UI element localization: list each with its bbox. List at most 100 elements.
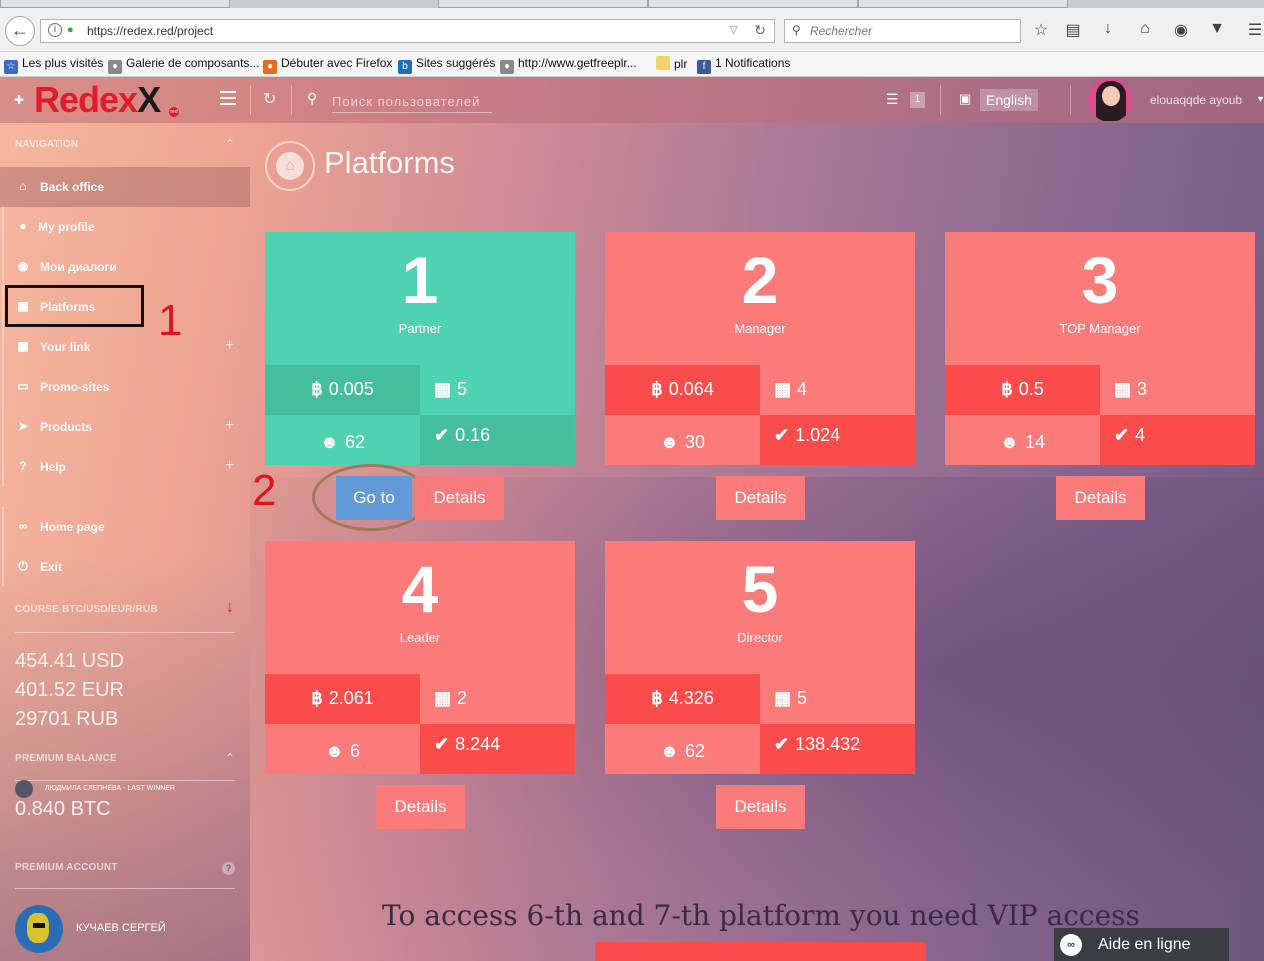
course-heading: COURSE BTC/USD/EUR/RUB	[15, 604, 158, 615]
sidebar-item-promo-sites[interactable]: ▭ Promo-sites	[0, 367, 250, 407]
url-text[interactable]: https://redex.red/project	[87, 24, 213, 38]
browser-search-input[interactable]: ⚲ Rechercher	[784, 19, 1021, 43]
bookmark-item[interactable]: ☆ Les plus visités	[4, 56, 103, 74]
bookmark-label: plr	[674, 57, 688, 71]
browser-tab-strip[interactable]	[0, 0, 1264, 8]
btc-value: 4.326	[668, 688, 714, 708]
bookmark-item[interactable]: ● http://www.getfreeplr...	[500, 56, 637, 74]
browser-tab[interactable]	[858, 0, 1068, 8]
online-help-chat[interactable]: ∞ Aide en ligne	[1054, 928, 1229, 961]
vip-access-button[interactable]	[595, 942, 926, 961]
plus-icon[interactable]: +	[225, 337, 234, 355]
checks-value: 1.024	[795, 425, 841, 445]
premium-balance-heading: PREMIUM BALANCE	[15, 753, 117, 764]
sidebar-item-exit[interactable]: ⏻ Exit	[0, 547, 250, 587]
plus-icon[interactable]: +	[225, 457, 234, 475]
pocket-icon[interactable]: ▼	[1206, 20, 1228, 38]
bookmark-item[interactable]: ● Débuter avec Firefox	[263, 56, 392, 74]
btc-cell: ฿ 2.061	[265, 674, 420, 724]
bookmark-item[interactable]: plr	[656, 56, 687, 71]
sidebar-item-back-office[interactable]: ⌂ Back office	[0, 167, 250, 207]
go-to-button[interactable]: Go to	[336, 476, 412, 520]
bookmark-item[interactable]: f 1 Notifications	[697, 56, 790, 74]
chevron-up-icon[interactable]: ⌃	[225, 137, 235, 151]
menu-icon[interactable]: ☰	[1244, 20, 1264, 40]
users-value: 30	[684, 432, 705, 452]
chat-bubble-icon[interactable]: ◉	[1170, 20, 1192, 40]
bookmark-item[interactable]: b Sites suggérés	[398, 56, 495, 74]
refresh-icon[interactable]: ↻	[263, 89, 276, 109]
platform-number: 3	[1081, 243, 1119, 317]
sidebar-item-your-link[interactable]: ▩ Your link +	[0, 327, 250, 367]
checks-value: 4	[1135, 425, 1146, 445]
reload-icon[interactable]: ↻	[754, 22, 766, 39]
messages-icon[interactable]: ☰	[886, 91, 899, 108]
logo-text: RedexX	[34, 79, 161, 121]
table-icon: ▦	[774, 688, 792, 708]
check-icon: ✔	[434, 734, 450, 754]
star-icon[interactable]: ☆	[1030, 20, 1052, 40]
hamburger-menu-icon[interactable]	[220, 91, 236, 105]
platform-number: 1	[401, 243, 439, 317]
question-icon: ?	[19, 459, 27, 473]
bookmark-item[interactable]: ● Galerie de composants...	[108, 56, 259, 74]
table-icon: ▦	[434, 379, 452, 399]
messages-count-badge: 1	[910, 92, 925, 108]
sidebar-item-my-profile[interactable]: ● My profile	[0, 207, 250, 247]
vip-access-text: To access 6-th and 7-th platform you nee…	[382, 899, 1140, 932]
divider	[15, 888, 235, 889]
btc-value: 0.064	[668, 379, 714, 399]
platform-card: 3 TOP Manager ฿ 0.5 ▦ 3 ☻ 14 ✔ 4	[945, 232, 1255, 465]
checks-value: 138.432	[795, 734, 861, 754]
users-value: 6	[349, 741, 360, 761]
bookmark-label: Les plus visités	[22, 56, 104, 70]
username[interactable]: elouaqqde ayoub	[1150, 93, 1242, 107]
divider	[15, 632, 235, 633]
reading-list-icon[interactable]: ▤	[1062, 20, 1084, 40]
home-icon[interactable]: ⌂	[1134, 20, 1156, 38]
bitcoin-icon: ฿	[1001, 379, 1013, 399]
help-question-icon[interactable]: ?	[222, 862, 235, 875]
sidebar-item-home-page[interactable]: ∞ Home page	[0, 507, 250, 547]
logo-badge: red	[169, 107, 179, 117]
chevron-down-icon[interactable]: ▼	[1256, 94, 1264, 104]
url-bar[interactable]: i ● https://redex.red/project ▽ ↻	[40, 19, 775, 43]
firefox-icon: ●	[263, 60, 277, 74]
browser-tab[interactable]	[648, 0, 858, 8]
platform-number: 5	[741, 552, 779, 626]
btc-cell: ฿ 0.005	[265, 365, 420, 415]
download-icon[interactable]: ↓	[1097, 20, 1119, 38]
info-icon[interactable]: i	[48, 23, 62, 37]
tables-value: 4	[797, 379, 808, 399]
sidebar-item-dialogs[interactable]: ◉ Мои диалоги	[0, 247, 250, 287]
user-search-input[interactable]	[332, 91, 492, 113]
details-button[interactable]: Details	[415, 476, 504, 520]
users-icon: ☻	[320, 432, 339, 452]
bitcoin-icon: ฿	[651, 688, 663, 708]
details-button[interactable]: Details	[376, 785, 465, 829]
sidebar-item-label: Мои диалоги	[40, 260, 117, 274]
details-button[interactable]: Details	[716, 785, 805, 829]
sidebar-item-label: Home page	[40, 520, 105, 534]
sidebar: NAVIGATION ⌃ ⌂ Back office ● My profile …	[0, 123, 250, 961]
rocket-icon: ➤	[17, 419, 29, 433]
down-arrow-icon: ↓	[226, 599, 234, 616]
sidebar-item-label: Back office	[40, 180, 105, 194]
plus-icon[interactable]: +	[225, 417, 234, 435]
browser-tab[interactable]	[0, 0, 230, 8]
details-button[interactable]: Details	[1056, 476, 1145, 520]
language-button[interactable]: English	[980, 89, 1038, 111]
sidebar-item-help[interactable]: ? Help +	[0, 447, 250, 487]
back-arrow-icon[interactable]: ←	[5, 16, 35, 46]
platform-card: 2 Manager ฿ 0.064 ▦ 4 ☻ 30 ✔ 1.024	[605, 232, 915, 465]
rate-rub: 29701 RUB	[15, 708, 119, 730]
sidebar-item-label: Exit	[40, 560, 63, 574]
dropdown-icon[interactable]: ▽	[730, 23, 738, 36]
user-avatar[interactable]	[1088, 78, 1132, 122]
bookmark-label: Débuter avec Firefox	[281, 56, 393, 70]
chevron-up-icon[interactable]: ⌃	[225, 751, 235, 765]
browser-tab[interactable]	[438, 0, 648, 8]
details-button[interactable]: Details	[716, 476, 805, 520]
sidebar-item-products[interactable]: ➤ Products +	[0, 407, 250, 447]
users-cell: ☻ 30	[605, 415, 760, 465]
